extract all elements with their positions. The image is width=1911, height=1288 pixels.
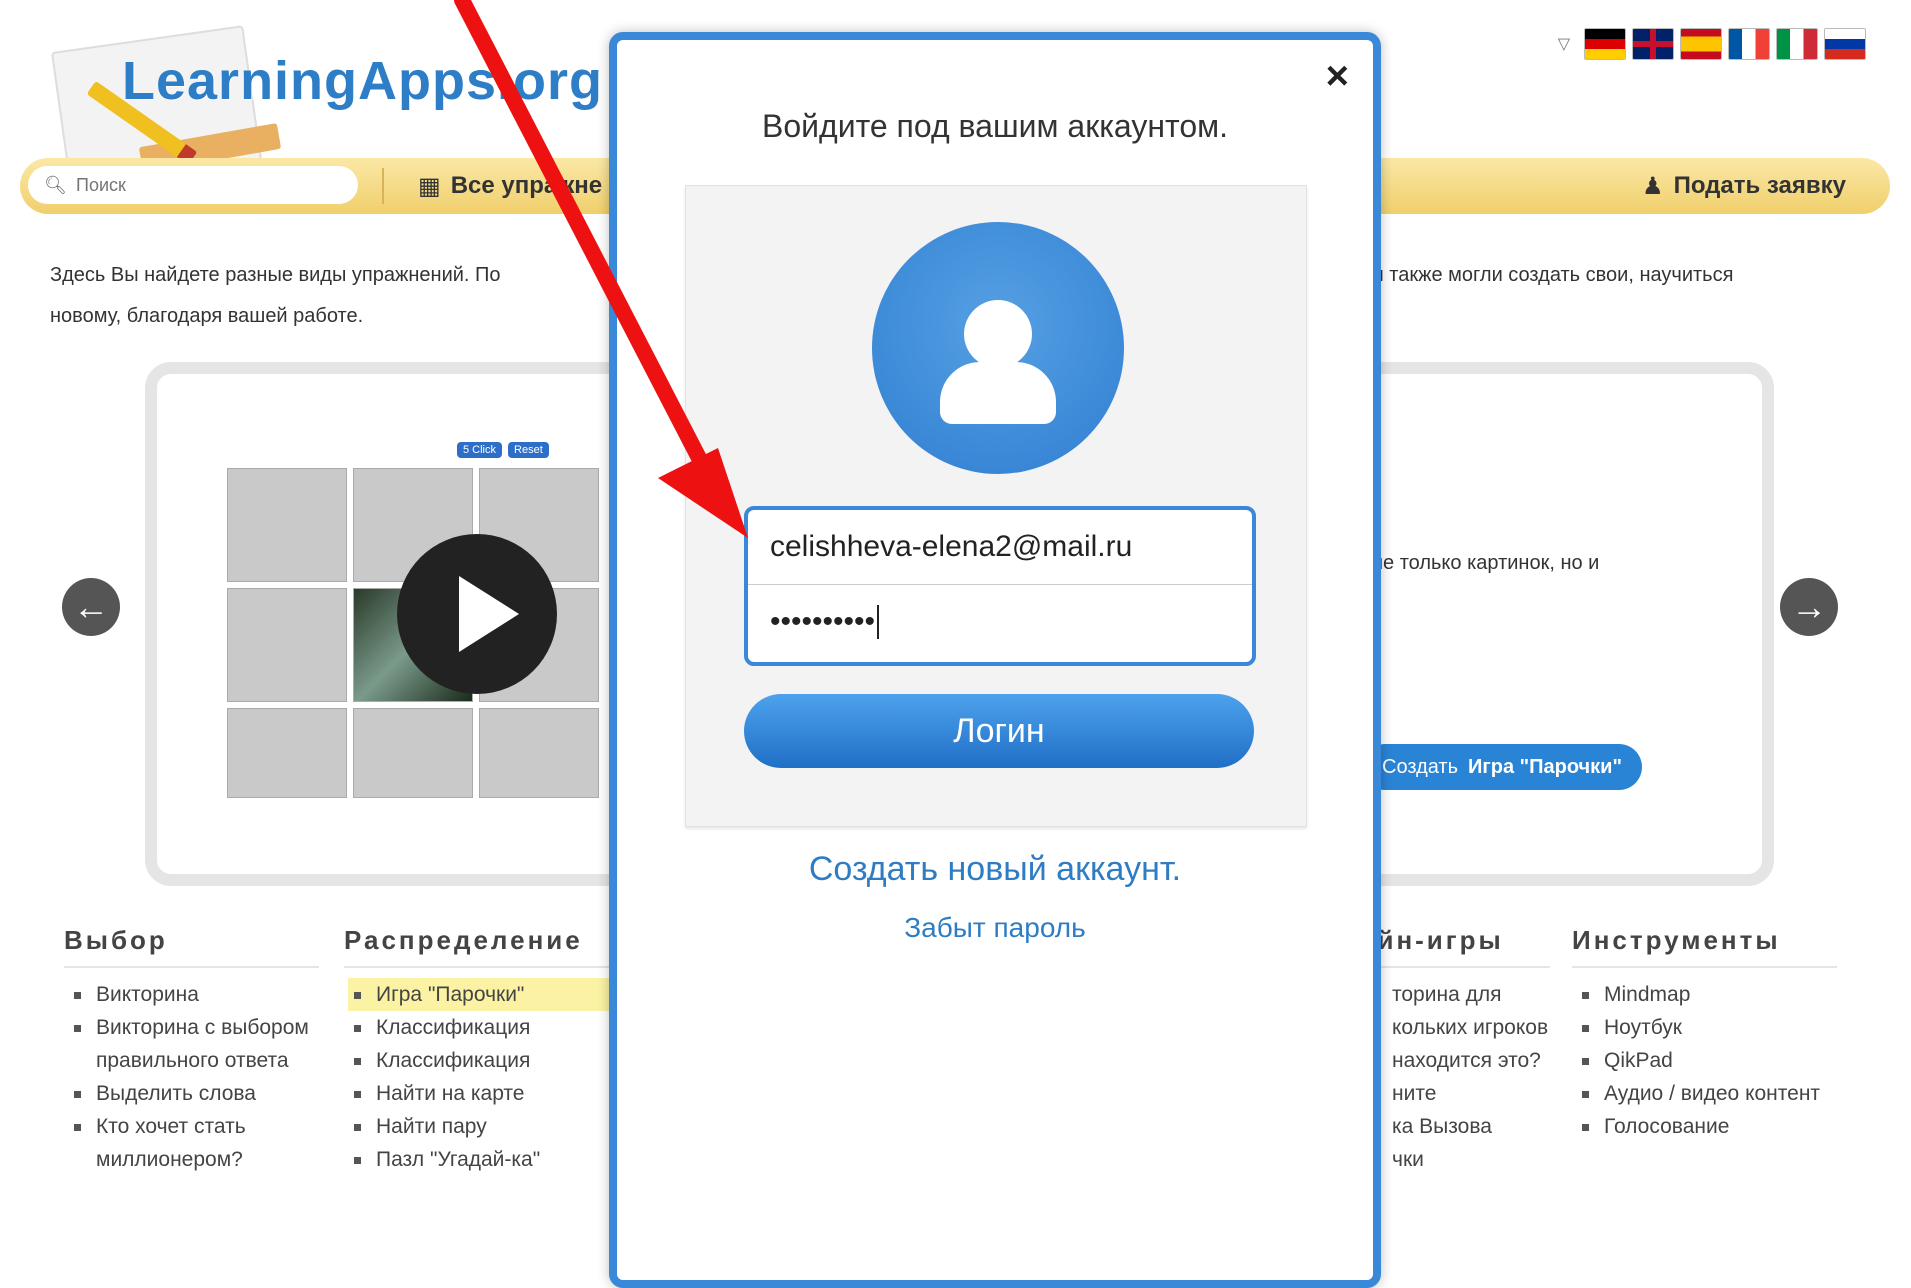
grid-cell (227, 588, 347, 702)
avatar-head-shape (964, 300, 1032, 368)
intro-line-1: Здесь Вы найдете разные виды упражнений.… (50, 264, 501, 286)
category-item[interactable]: Найти пару (348, 1110, 614, 1143)
category-tools: Инструменты Mindmap Ноутбук QikPad Аудио… (1572, 925, 1837, 1143)
german-flag-icon[interactable] (1584, 28, 1626, 60)
category-title: Инструменты (1572, 925, 1837, 968)
category-item[interactable]: Пазл "Угадай-ка" (348, 1143, 614, 1176)
user-icon: ♟ (1642, 173, 1664, 200)
login-button[interactable]: Логин (744, 694, 1254, 768)
login-modal: × Войдите под вашим аккаунтом. celishhev… (609, 32, 1381, 1288)
category-item[interactable]: QikPad (1576, 1044, 1837, 1077)
category-item[interactable]: Викторина с выбором правильного ответа (68, 1011, 319, 1077)
logo-text: LearningApps.org (122, 51, 604, 111)
category-item[interactable]: чки (1364, 1143, 1550, 1176)
category-item[interactable]: Mindmap (1576, 978, 1837, 1011)
category-title: айн-игры (1360, 925, 1550, 968)
slide-description: не только картинок, но и (1372, 552, 1600, 574)
category-item[interactable]: Ноутбук (1576, 1011, 1837, 1044)
slider-prev-button[interactable]: ← (62, 578, 120, 636)
intro-text-right: м также могли создать свои, научиться (1370, 264, 1734, 286)
russian-flag-icon[interactable] (1824, 28, 1866, 60)
category-item[interactable]: Игра "Парочки" (348, 978, 614, 1011)
signup-link[interactable]: ♟ Подать заявку (1642, 172, 1846, 201)
category-item[interactable]: Выделить слова (68, 1077, 319, 1110)
category-item[interactable]: ните (1364, 1077, 1550, 1110)
grid-cell (353, 708, 473, 798)
caret-down-icon[interactable]: ▽ (1558, 34, 1570, 54)
search-icon: 🔍︎ (44, 174, 67, 195)
slider-next-button[interactable]: → (1780, 578, 1838, 636)
email-field[interactable]: celishheva-elena2@mail.ru (748, 510, 1252, 585)
close-icon[interactable]: × (1326, 54, 1349, 99)
password-field[interactable]: •••••••••• (748, 585, 1252, 659)
create-prefix: Создать (1382, 755, 1459, 778)
uk-flag-icon[interactable] (1632, 28, 1674, 60)
avatar-body-shape (940, 362, 1056, 424)
password-value: •••••••••• (770, 605, 876, 638)
category-online-games: айн-игры торина для кольких игроков нахо… (1360, 925, 1550, 1176)
all-exercises-label: Все упражне (450, 172, 603, 199)
avatar-icon (872, 222, 1124, 474)
grid-cell (227, 708, 347, 798)
email-value: celishheva-elena2@mail.ru (770, 530, 1133, 563)
category-title: Распределение (344, 925, 614, 968)
search-input[interactable] (74, 173, 348, 197)
grid-cell (479, 708, 599, 798)
language-selector[interactable]: ▽ (1558, 28, 1866, 60)
text-caret (877, 605, 880, 639)
category-item[interactable]: Классификация (348, 1011, 614, 1044)
credentials-fields: celishheva-elena2@mail.ru •••••••••• (744, 506, 1256, 666)
category-item[interactable]: Кто хочет стать миллионером? (68, 1110, 319, 1176)
create-app-name: Игра "Парочки" (1468, 755, 1622, 778)
create-account-link[interactable]: Создать новый аккаунт. (617, 850, 1373, 889)
category-item[interactable]: Классификация (348, 1044, 614, 1077)
all-exercises-link[interactable]: ▦ Все упражне (418, 172, 602, 201)
create-app-button[interactable]: Создать Игра "Парочки" (1362, 744, 1642, 790)
intro-text: Здесь Вы найдете разные виды упражнений.… (50, 255, 610, 337)
category-item[interactable]: Аудио / видео контент (1576, 1077, 1837, 1110)
intro-line-2: новому, благодаря вашей работе. (50, 305, 364, 327)
grid-cell (227, 468, 347, 582)
category-item[interactable]: Викторина (68, 978, 319, 1011)
category-item[interactable]: Найти на карте (348, 1077, 614, 1110)
search-box[interactable]: 🔍︎ (28, 166, 358, 204)
grid-icon: ▦ (418, 173, 441, 200)
play-video-icon[interactable] (397, 534, 557, 694)
category-title: Выбор (64, 925, 319, 968)
french-flag-icon[interactable] (1728, 28, 1770, 60)
category-item[interactable]: ка Вызова (1364, 1110, 1550, 1143)
modal-title: Войдите под вашим аккаунтом. (762, 108, 1228, 144)
category-item[interactable]: Голосование (1576, 1110, 1837, 1143)
forgot-password-link[interactable]: Забыт пароль (617, 912, 1373, 944)
category-item[interactable]: находится это? (1364, 1044, 1550, 1077)
nav-divider (382, 168, 384, 204)
italian-flag-icon[interactable] (1776, 28, 1818, 60)
category-distribution: Распределение Игра "Парочки" Классификац… (344, 925, 614, 1176)
login-form: celishheva-elena2@mail.ru •••••••••• Лог… (685, 185, 1307, 827)
site-logo[interactable]: LearningApps.org (40, 20, 604, 195)
signup-label: Подать заявку (1673, 172, 1846, 199)
category-choice: Выбор Викторина Викторина с выбором прав… (64, 925, 319, 1176)
spanish-flag-icon[interactable] (1680, 28, 1722, 60)
category-item[interactable]: торина для кольких игроков (1364, 978, 1550, 1044)
